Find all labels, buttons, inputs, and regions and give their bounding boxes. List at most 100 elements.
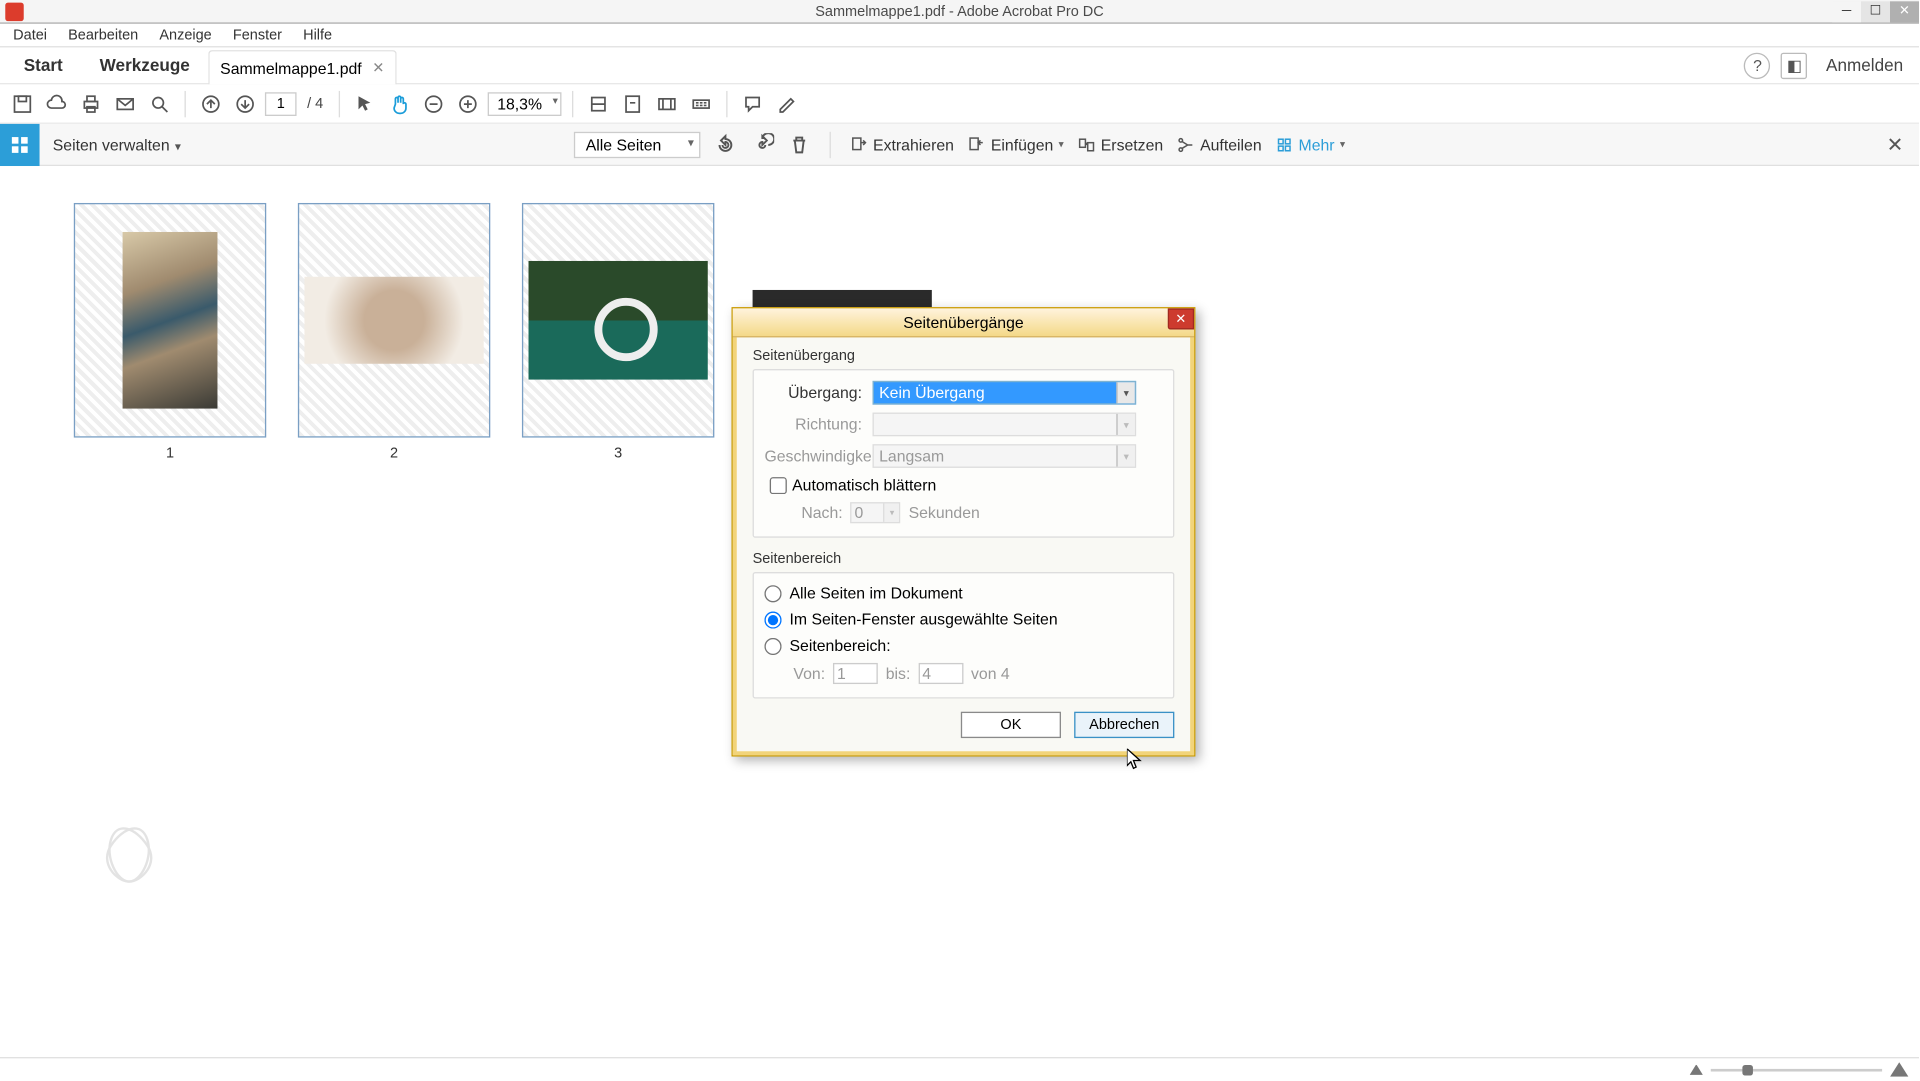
replace-button[interactable]: Ersetzen — [1077, 135, 1163, 153]
comment-icon[interactable] — [738, 89, 767, 118]
zoom-slider-bar — [0, 1057, 1919, 1081]
selection-tool-icon[interactable] — [351, 89, 380, 118]
watermark-icon — [79, 809, 179, 893]
page-total-label: / 4 — [307, 96, 323, 112]
menu-edit[interactable]: Bearbeiten — [58, 27, 149, 43]
speed-label: Geschwindigkeit: — [764, 447, 872, 465]
page-number-input[interactable] — [265, 92, 297, 116]
radio-selected-pages[interactable] — [764, 611, 781, 628]
menu-view[interactable]: Anzeige — [149, 27, 222, 43]
page-thumb-2[interactable]: 2 — [298, 203, 490, 461]
search-icon[interactable] — [145, 89, 174, 118]
after-seconds-input: 0 ▾ — [851, 502, 901, 523]
direction-label: Richtung: — [764, 415, 872, 433]
radio-page-range[interactable] — [764, 637, 781, 654]
radio-all-pages[interactable] — [764, 585, 781, 602]
organize-toolbar: Seiten verwalten▾ Alle Seiten Extrahiere… — [0, 124, 1919, 166]
fit-visible-icon[interactable] — [653, 89, 682, 118]
hand-tool-icon[interactable] — [385, 89, 414, 118]
page-filter-select[interactable]: Alle Seiten — [574, 131, 701, 157]
menu-file[interactable]: Datei — [3, 27, 58, 43]
next-page-icon[interactable] — [231, 89, 260, 118]
organize-pages-icon[interactable] — [0, 123, 40, 165]
radio-selected-pages-label: Im Seiten-Fenster ausgewählte Seiten — [789, 610, 1057, 628]
thumb-size-slider[interactable] — [1711, 1068, 1882, 1071]
mouse-cursor-icon — [1127, 749, 1143, 773]
tab-document-label: Sammelmappe1.pdf — [220, 59, 362, 77]
print-icon[interactable] — [76, 89, 105, 118]
email-icon[interactable] — [111, 89, 140, 118]
close-organize-button[interactable]: ✕ — [1887, 132, 1904, 156]
to-input[interactable] — [918, 663, 963, 684]
slider-thumb[interactable] — [1742, 1064, 1753, 1075]
prev-page-icon[interactable] — [196, 89, 225, 118]
delete-page-icon[interactable] — [787, 132, 811, 156]
maximize-button[interactable]: ☐ — [1861, 1, 1890, 22]
split-button[interactable]: Aufteilen — [1176, 135, 1261, 153]
cancel-button[interactable]: Abbrechen — [1074, 712, 1174, 738]
transition-group-label: Seitenübergang — [753, 348, 1175, 364]
chevron-down-icon: ▾ — [884, 503, 900, 521]
tab-close-icon[interactable]: ✕ — [372, 59, 384, 76]
chevron-down-icon: ▾ — [1116, 445, 1134, 466]
radio-all-pages-label: Alle Seiten im Dokument — [789, 584, 962, 602]
speed-select: Langsam ▾ — [873, 444, 1137, 468]
window-title: Sammelmappe1.pdf - Adobe Acrobat Pro DC — [815, 3, 1104, 19]
close-window-button[interactable]: ✕ — [1890, 1, 1919, 22]
after-label: Nach: — [801, 503, 842, 521]
login-link[interactable]: Anmelden — [1818, 55, 1911, 75]
transition-label: Übergang: — [764, 384, 872, 402]
thumb-small-icon[interactable] — [1690, 1064, 1703, 1075]
auto-flip-checkbox[interactable] — [770, 476, 787, 493]
page-thumb-1[interactable]: 1 — [74, 203, 266, 461]
seconds-label: Sekunden — [909, 503, 980, 521]
zoom-in-icon[interactable] — [454, 89, 483, 118]
tab-start[interactable]: Start — [5, 55, 81, 75]
title-bar: Sammelmappe1.pdf - Adobe Acrobat Pro DC … — [0, 0, 1919, 24]
tab-document[interactable]: Sammelmappe1.pdf ✕ — [208, 50, 396, 84]
radio-page-range-label: Seitenbereich: — [789, 637, 890, 655]
save-icon[interactable] — [8, 89, 37, 118]
rotate-left-icon[interactable] — [714, 132, 738, 156]
of-pages-label: von 4 — [971, 664, 1010, 682]
dialog-close-button[interactable]: ✕ — [1168, 308, 1194, 329]
chevron-down-icon: ▾ — [1116, 382, 1134, 403]
main-toolbar: / 4 18,3% — [0, 84, 1919, 124]
page-image-2 — [304, 277, 483, 364]
zoom-out-icon[interactable] — [419, 89, 448, 118]
read-mode-icon[interactable] — [687, 89, 716, 118]
auto-flip-label: Automatisch blättern — [792, 476, 936, 494]
ok-button[interactable]: OK — [961, 712, 1061, 738]
highlight-icon[interactable] — [773, 89, 802, 118]
rotate-right-icon[interactable] — [750, 132, 774, 156]
extract-button[interactable]: Extrahieren — [849, 135, 954, 153]
app-icon — [5, 2, 23, 20]
dialog-title: Seitenübergänge — [903, 313, 1023, 331]
menu-bar: Datei Bearbeiten Anzeige Fenster Hilfe — [0, 24, 1919, 48]
tab-tools[interactable]: Werkzeuge — [81, 55, 208, 75]
cloud-icon[interactable] — [42, 89, 71, 118]
dialog-title-bar[interactable]: Seitenübergänge ✕ — [733, 308, 1194, 337]
from-input[interactable] — [833, 663, 878, 684]
transition-select[interactable]: Kein Übergang ▾ — [873, 381, 1137, 405]
zoom-select[interactable]: 18,3% — [488, 92, 562, 116]
menu-window[interactable]: Fenster — [222, 27, 292, 43]
range-group-label: Seitenbereich — [753, 551, 1175, 567]
organize-title[interactable]: Seiten verwalten▾ — [40, 134, 181, 154]
fit-page-icon[interactable] — [618, 89, 647, 118]
chevron-down-icon: ▾ — [1116, 414, 1134, 435]
page-thumb-3[interactable]: 3 — [522, 203, 714, 461]
direction-select: ▾ — [873, 413, 1137, 437]
to-label: bis: — [886, 664, 911, 682]
thumb-large-icon[interactable] — [1890, 1062, 1908, 1076]
insert-button[interactable]: Einfügen▾ — [967, 135, 1064, 153]
more-button[interactable]: Mehr▾ — [1275, 135, 1345, 153]
minimize-button[interactable]: ─ — [1832, 1, 1861, 22]
page-image-1 — [123, 232, 218, 409]
notifications-icon[interactable]: ◧ — [1781, 52, 1807, 78]
help-icon[interactable]: ? — [1744, 52, 1770, 78]
menu-help[interactable]: Hilfe — [293, 27, 343, 43]
page-transitions-dialog: Seitenübergänge ✕ Seitenübergang Übergan… — [731, 307, 1195, 756]
page-image-3 — [529, 261, 708, 380]
fit-width-icon[interactable] — [584, 89, 613, 118]
